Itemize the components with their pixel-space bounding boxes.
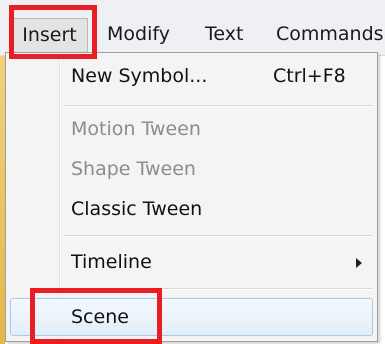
menu-item-label: Timeline <box>71 251 152 273</box>
menu-text[interactable]: Text <box>205 18 243 50</box>
menu-item-motion-tween[interactable]: Motion Tween <box>7 111 376 149</box>
menu-item-label: Motion Tween <box>71 118 201 140</box>
menu-modify[interactable]: Modify <box>107 18 170 50</box>
submenu-arrow-icon <box>356 258 362 268</box>
menu-item-new-symbol[interactable]: New Symbol... Ctrl+F8 <box>7 58 376 96</box>
menu-separator <box>64 105 373 107</box>
menu-item-label: Scene <box>71 306 129 328</box>
menu-commands[interactable]: Commands <box>276 18 384 50</box>
menu-insert[interactable]: Insert <box>11 18 88 53</box>
menu-item-shape-tween[interactable]: Shape Tween <box>7 151 376 189</box>
menu-item-label: Shape Tween <box>71 158 196 180</box>
menu-separator <box>64 235 373 237</box>
menu-item-classic-tween[interactable]: Classic Tween <box>7 191 376 229</box>
insert-dropdown-menu: New Symbol... Ctrl+F8 Motion Tween Shape… <box>5 52 378 342</box>
menu-item-label: New Symbol... <box>71 65 208 87</box>
menu-item-scene[interactable]: Scene <box>10 298 373 336</box>
menu-bar: Insert Modify Text Commands <box>0 0 385 56</box>
menu-item-label: Classic Tween <box>71 198 203 220</box>
menu-separator <box>64 288 373 290</box>
menu-item-timeline[interactable]: Timeline <box>7 244 376 282</box>
menu-item-shortcut: Ctrl+F8 <box>273 65 346 87</box>
